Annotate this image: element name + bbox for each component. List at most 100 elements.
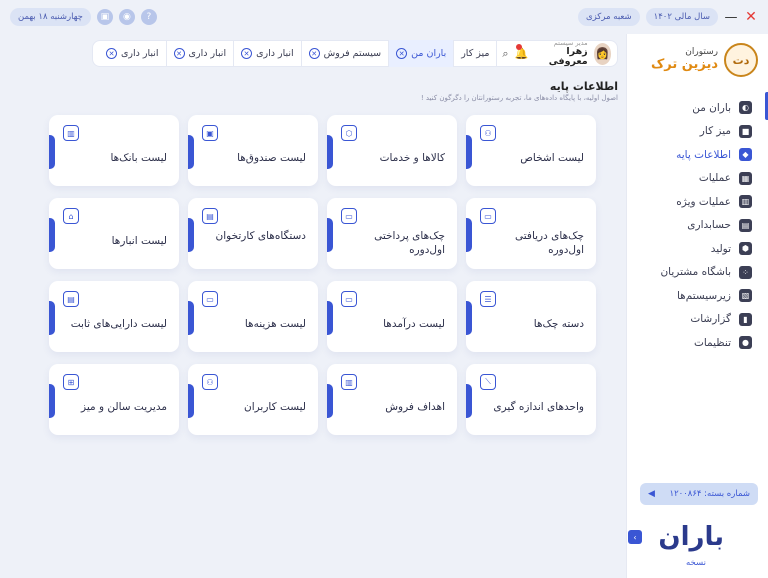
card-label: لیست هزینه‌ها: [244, 318, 306, 330]
sidebar-item-label: میز کار: [699, 125, 731, 138]
sidebar-item-label: عملیات ویژه: [676, 195, 731, 208]
sidebar-item-label: اطلاعات پایه: [676, 148, 731, 161]
base-info-card[interactable]: ⬡ کالاها و خدمات: [327, 115, 457, 186]
search-icon[interactable]: ⌕: [497, 44, 513, 64]
card-label: لیست بانک‌ها: [110, 152, 167, 164]
avatar[interactable]: 👩: [593, 42, 611, 65]
base-info-card[interactable]: ▥ اهداف فروش: [327, 364, 457, 435]
sidebar-item-label: زیرسیستم‌ها: [676, 289, 731, 302]
notification-dot: [515, 43, 522, 50]
accounting-icon: ▤: [739, 218, 752, 232]
hall-table-icon: ⊞: [63, 374, 79, 390]
subsystems-icon: ▧: [739, 289, 752, 303]
warehouse-icon: ⌂: [63, 208, 79, 224]
close-tab-icon[interactable]: ✕: [308, 48, 320, 59]
help-icon[interactable]: ?: [140, 9, 157, 25]
sidebar-item-label: باشگاه مشتریان: [660, 266, 731, 279]
sidebar-item-label: تنظیمات: [693, 336, 731, 349]
tab[interactable]: انبار داری ✕: [167, 40, 235, 67]
fiscal-year-badge[interactable]: سال مالی ۱۴۰۲: [645, 8, 718, 26]
version-label: نسخه: [686, 558, 706, 568]
close-tab-icon[interactable]: ✕: [396, 48, 408, 59]
branch-badge[interactable]: شعبه مرکزی: [577, 8, 640, 26]
tab-label: انبار داری: [121, 48, 159, 59]
sidebar-item[interactable]: ◆ اطلاعات پایه: [627, 143, 752, 167]
base-info-card[interactable]: ☰ دسته چک‌ها: [466, 281, 596, 352]
card-label: مدیریت سالن و میز: [81, 401, 167, 413]
base-info-card[interactable]: ▣ لیست صندوق‌ها: [188, 115, 318, 186]
close-tab-icon[interactable]: ✕: [173, 48, 185, 59]
package-number-box[interactable]: شماره بسته: ۱۲۰۰۸۶۴ ◀: [640, 483, 758, 505]
bell-icon[interactable]: 🔔: [514, 43, 530, 64]
sidebar-item[interactable]: ▤ حسابداری: [627, 214, 752, 238]
base-info-card[interactable]: ⌂ لیست انبارها: [49, 198, 179, 269]
sidebar-item-label: عملیات: [698, 172, 731, 185]
support-icon[interactable]: ◉: [118, 9, 135, 25]
sidebar-item[interactable]: ▮ گزارشات: [627, 308, 752, 332]
sidebar-nav: ◐ باران من ■ میز کار ◆ اطلاعات پایه ▦ عملیات ▥ عم…: [627, 96, 768, 355]
user-text: مدیر سیستم زهرا معروفی: [538, 39, 588, 68]
cashbox-icon: ▣: [202, 125, 218, 141]
base-info-card[interactable]: ▭ چک‌های دریافتی اول‌دوره: [466, 198, 596, 269]
close-icon[interactable]: ✕: [744, 9, 758, 25]
window-controls-group: ✕ — سال مالی ۱۴۰۲ شعبه مرکزی: [577, 8, 758, 26]
base-info-card[interactable]: ⊞ مدیریت سالن و میز: [49, 364, 179, 435]
user-name: زهرا معروفی: [548, 45, 588, 68]
card-label: چک‌های دریافتی اول‌دوره: [515, 230, 584, 257]
package-number-label: شماره بسته: ۱۲۰۰۸۶۴: [669, 489, 751, 499]
card-label: اهداف فروش: [385, 401, 445, 413]
close-tab-icon[interactable]: ✕: [241, 48, 253, 59]
tab[interactable]: انبار داری ✕: [99, 40, 167, 67]
card-label: لیست دارایی‌های ثابت: [70, 318, 167, 330]
tab-label: باران من: [411, 48, 447, 59]
brand: دت رستوران دیزین ترک: [627, 34, 768, 78]
lock-icon[interactable]: ▣: [96, 9, 113, 25]
sidebar-item-label: گزارشات: [690, 313, 731, 326]
base-info-card[interactable]: ▥ لیست بانک‌ها: [49, 115, 179, 186]
sidebar-item[interactable]: ▧ زیرسیستم‌ها: [627, 284, 752, 308]
brand-text: رستوران دیزین ترک: [651, 47, 718, 72]
base-info-card[interactable]: ⚇ لیست کاربران: [188, 364, 318, 435]
sidebar-item-label: باران من: [692, 101, 731, 114]
card-label: دستگاه‌های کارتخوان: [215, 230, 306, 242]
sidebar-item[interactable]: ◐ باران من: [627, 96, 752, 120]
sidebar-item[interactable]: ⁘ باشگاه مشتریان: [627, 261, 752, 285]
people-icon: ⚇: [480, 125, 496, 141]
sidebar-item[interactable]: ▦ عملیات: [627, 167, 752, 191]
base-info-card[interactable]: ▤ لیست دارایی‌های ثابت: [49, 281, 179, 352]
user-profile[interactable]: 👩 مدیر سیستم زهرا معروفی: [530, 39, 611, 68]
base-info-card[interactable]: ▭ لیست هزینه‌ها: [188, 281, 318, 352]
card-label: لیست اشخاص: [520, 152, 584, 164]
tab[interactable]: میز کار: [454, 40, 498, 67]
baran-icon: ◐: [739, 101, 752, 115]
tab[interactable]: باران من ✕: [389, 40, 455, 67]
sidebar-item[interactable]: ▥ عملیات ویژه: [627, 190, 752, 214]
tab[interactable]: سیستم فروش ✕: [302, 40, 390, 67]
collapse-sidebar-icon[interactable]: ›: [628, 530, 642, 544]
minimize-icon[interactable]: —: [724, 10, 738, 25]
tab-label: انبار داری: [256, 48, 294, 59]
date-badge: چهارشنبه ۱۸ بهمن: [10, 8, 91, 26]
card-label: لیست کاربران: [244, 401, 306, 413]
caret-left-icon[interactable]: ◀: [648, 489, 655, 499]
restaurant-logo-icon: دت: [724, 43, 758, 77]
sidebar: دت رستوران دیزین ترک ◐ باران من ■ میز کار ◆ ا…: [626, 34, 768, 578]
base-info-card[interactable]: ⚇ لیست اشخاص: [466, 115, 596, 186]
base-info-card[interactable]: ⟋ واحدهای اندازه گیری: [466, 364, 596, 435]
card-label: چک‌های پرداختی اول‌دوره: [374, 230, 445, 257]
bank-icon: ▥: [63, 125, 79, 141]
tab[interactable]: انبار داری ✕: [234, 40, 302, 67]
tab-label: سیستم فروش: [323, 48, 382, 59]
sidebar-item[interactable]: ● تنظیمات: [627, 331, 752, 355]
card-label: لیست انبارها: [111, 235, 167, 247]
sidebar-item[interactable]: ⬢ تولید: [627, 237, 752, 261]
base-info-card[interactable]: ▭ چک‌های پرداختی اول‌دوره: [327, 198, 457, 269]
sidebar-item[interactable]: ■ میز کار: [627, 120, 752, 144]
paid-cheque-icon: ▭: [341, 208, 357, 224]
base-info-card[interactable]: ▭ لیست درآمدها: [327, 281, 457, 352]
brand-name: دیزین ترک: [650, 56, 718, 72]
close-tab-icon[interactable]: ✕: [106, 48, 117, 59]
base-info-card[interactable]: ▤ دستگاه‌های کارتخوان: [188, 198, 318, 269]
operations-icon: ▦: [739, 171, 752, 185]
card-label: واحدهای اندازه گیری: [493, 401, 584, 413]
